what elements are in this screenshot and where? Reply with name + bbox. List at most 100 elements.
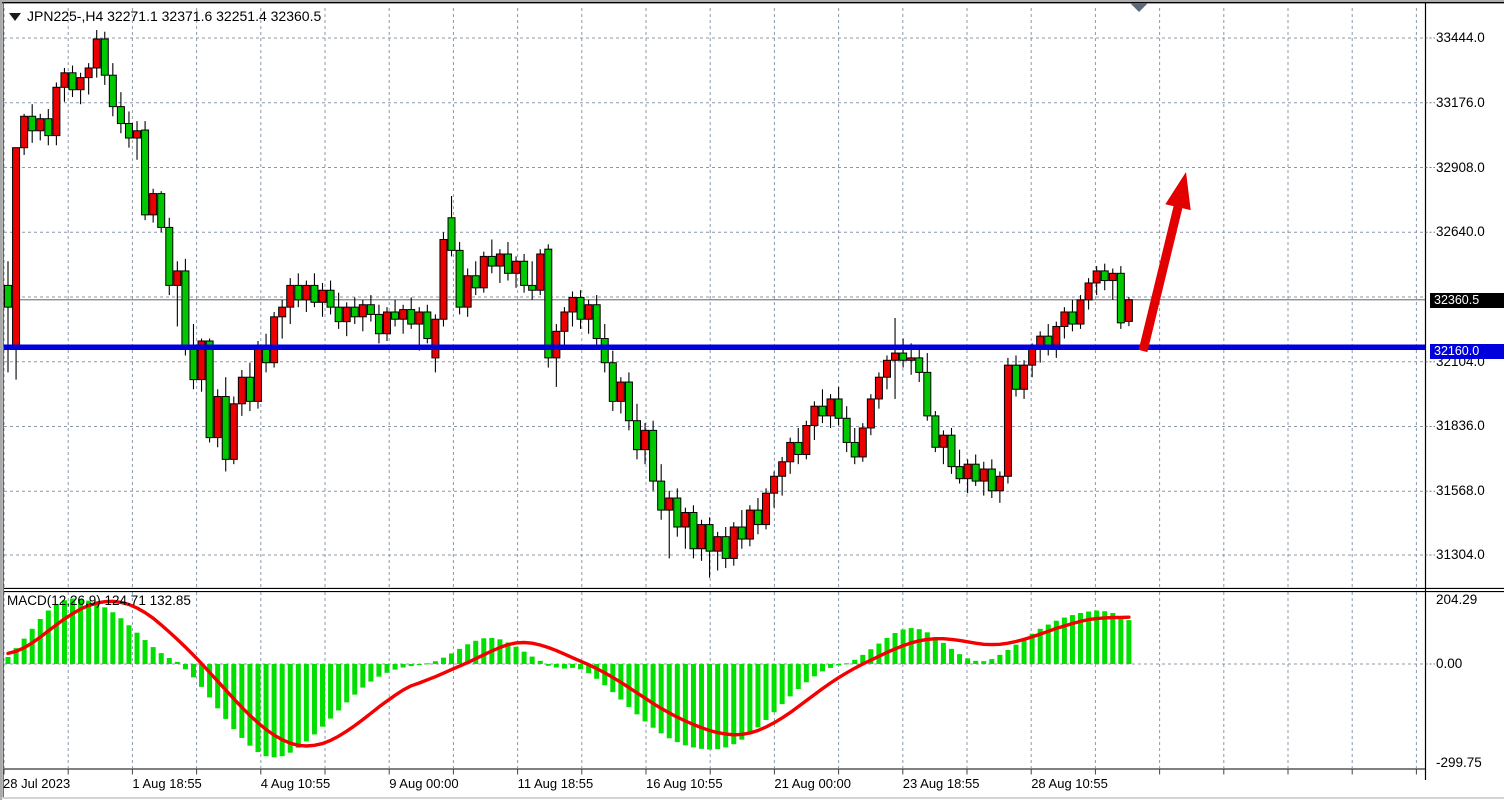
- candle-body: [432, 319, 439, 358]
- candle-body: [1029, 348, 1036, 365]
- macd-histogram-bar: [981, 661, 986, 664]
- candle-body: [916, 358, 923, 372]
- macd-histogram-bar: [159, 653, 164, 664]
- candle-body: [166, 227, 173, 285]
- macd-histogram-bar: [312, 664, 317, 734]
- trend-arrow-head[interactable]: [1165, 172, 1190, 210]
- candle-body: [698, 525, 705, 549]
- candle-body: [1101, 271, 1108, 281]
- candle-body: [504, 254, 511, 273]
- candle-body: [892, 353, 899, 360]
- macd-histogram-bar: [54, 604, 59, 664]
- candle-body: [593, 305, 600, 339]
- candle-body: [21, 116, 28, 147]
- macd-histogram-bar: [288, 664, 293, 753]
- candle-body: [93, 39, 100, 68]
- trend-arrow-shaft[interactable]: [1143, 207, 1178, 351]
- candle-body: [763, 493, 770, 524]
- macd-histogram-bar: [828, 664, 833, 668]
- macd-histogram-bar: [457, 649, 462, 664]
- macd-histogram-bar: [1014, 645, 1019, 664]
- macd-histogram-bar: [1126, 620, 1131, 664]
- macd-histogram-bar: [554, 664, 559, 668]
- candle-body: [335, 307, 342, 321]
- candle-body: [561, 312, 568, 331]
- candle-body: [722, 537, 729, 559]
- candle-body: [875, 377, 882, 399]
- macd-histogram-bar: [1110, 613, 1115, 664]
- candle-body: [1069, 312, 1076, 324]
- time-tick-label: 1 Aug 18:55: [132, 776, 201, 791]
- support-line-price-badge: 32160.0: [1430, 344, 1504, 359]
- macd-histogram-bar: [272, 664, 277, 757]
- time-tick-label: 4 Aug 10:55: [261, 776, 330, 791]
- candle-body: [5, 285, 12, 307]
- macd-histogram-bar: [683, 664, 688, 745]
- macd-histogram-bar: [562, 664, 567, 669]
- macd-histogram-bar: [715, 664, 720, 749]
- candle-body: [182, 271, 189, 346]
- macd-histogram-bar: [143, 640, 148, 664]
- macd-histogram-bar: [70, 599, 75, 664]
- candle-body: [464, 276, 471, 307]
- macd-histogram-bar: [352, 664, 357, 695]
- macd-histogram-bar: [780, 664, 785, 704]
- macd-histogram-bar: [247, 664, 252, 746]
- macd-histogram-bar: [997, 655, 1002, 664]
- candle-body: [448, 218, 455, 251]
- macd-histogram-bar: [62, 600, 67, 664]
- price-chart-canvas[interactable]: [0, 0, 1504, 801]
- time-tick-label: 11 Aug 18:55: [518, 776, 594, 791]
- macd-histogram-bar: [1005, 650, 1010, 664]
- macd-histogram-bar: [691, 664, 696, 747]
- candle-body: [988, 469, 995, 491]
- macd-histogram-bar: [22, 639, 27, 664]
- candle-body: [956, 467, 963, 479]
- macd-histogram-bar: [699, 664, 704, 749]
- macd-histogram-bar: [239, 664, 244, 738]
- macd-histogram-bar: [739, 664, 744, 740]
- trend-arrow-annotation[interactable]: [1143, 172, 1191, 351]
- macd-histogram-bar: [1118, 616, 1123, 664]
- candle-body: [642, 430, 649, 449]
- candle-body: [682, 513, 689, 527]
- macd-histogram-bar: [376, 664, 381, 677]
- price-tick-label: 31836.0: [1436, 418, 1485, 433]
- candle-body: [190, 346, 197, 380]
- macd-tick-label: 204.29: [1436, 592, 1477, 607]
- candle-body: [940, 435, 947, 447]
- macd-histogram-bar: [441, 658, 446, 664]
- price-tick-label: 31568.0: [1436, 483, 1485, 498]
- macd-histogram-bar: [804, 664, 809, 682]
- symbol-dropdown-arrow-icon[interactable]: [9, 13, 21, 21]
- candle-body: [319, 290, 326, 302]
- candle-body: [585, 305, 592, 319]
- candle-body: [827, 399, 834, 416]
- chart-shift-marker-icon[interactable]: [1130, 3, 1148, 12]
- candle-body: [400, 310, 407, 320]
- candle-body: [109, 75, 116, 106]
- macd-histogram-bar: [135, 633, 140, 664]
- macd-histogram-bar: [191, 664, 196, 677]
- macd-histogram-bar: [707, 664, 712, 750]
- macd-histogram-bar: [570, 664, 575, 668]
- candle-body: [351, 307, 358, 317]
- macd-histogram-bar: [578, 664, 583, 669]
- macd-histogram-bar: [433, 661, 438, 664]
- macd-histogram-bar: [385, 664, 390, 673]
- macd-histogram-bar: [481, 638, 486, 664]
- macd-histogram-bar: [86, 601, 91, 664]
- macd-histogram-bar: [796, 664, 801, 689]
- candle-body: [1117, 273, 1124, 323]
- macd-histogram-bar: [764, 664, 769, 720]
- candle-body: [1004, 365, 1011, 476]
- price-tick-label: 33176.0: [1436, 95, 1485, 110]
- macd-histogram-bar: [425, 663, 430, 664]
- candle-body: [440, 239, 447, 319]
- candle-body: [29, 116, 36, 130]
- macd-histogram-bar: [264, 664, 269, 756]
- candle-body: [101, 39, 108, 75]
- candle-body: [730, 527, 737, 558]
- candle-body: [738, 527, 745, 539]
- candle-body: [408, 310, 415, 324]
